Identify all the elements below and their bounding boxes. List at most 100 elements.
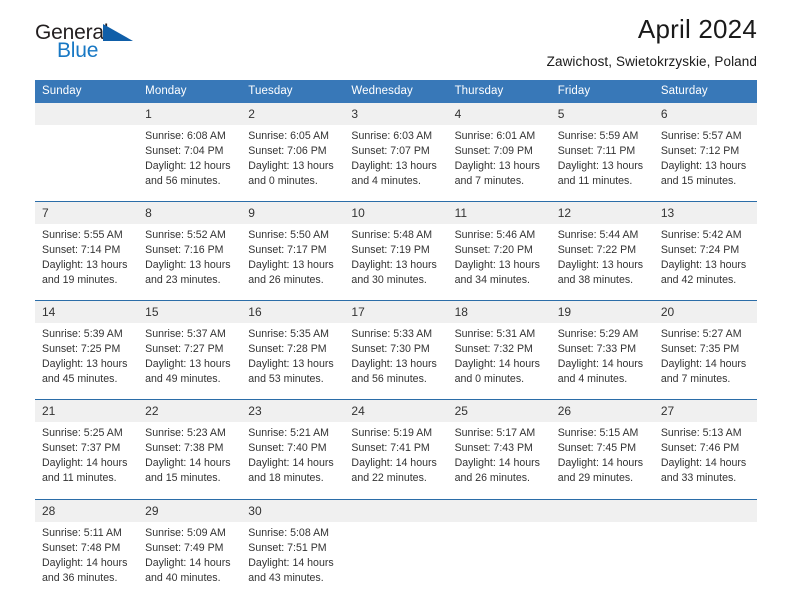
daylight-text-line1: Daylight: 12 hours xyxy=(145,160,231,173)
calendar-page: General Blue April 2024 Zawichost, Swiet… xyxy=(0,0,792,612)
day-cell[interactable]: Sunrise: 5:33 AM Sunset: 7:30 PM Daylight:… xyxy=(344,323,448,400)
daylight-text-line1: Daylight: 13 hours xyxy=(145,358,231,371)
day-cell[interactable]: Sunrise: 5:42 AM Sunset: 7:24 PM Daylight:… xyxy=(653,224,757,301)
day-number[interactable]: 15 xyxy=(138,300,242,324)
sunrise-text: Sunrise: 5:35 AM xyxy=(248,328,329,341)
day-cell[interactable]: Sunrise: 5:19 AM Sunset: 7:41 PM Daylight:… xyxy=(344,422,448,499)
weekday-header-saturday: Saturday xyxy=(653,80,757,103)
day-cell[interactable]: Sunrise: 6:01 AM Sunset: 7:09 PM Daylight:… xyxy=(447,125,551,202)
daylight-text-line2: and 0 minutes. xyxy=(248,175,318,188)
day-cell[interactable]: Sunrise: 6:03 AM Sunset: 7:07 PM Daylight:… xyxy=(344,125,448,202)
day-number[interactable]: 20 xyxy=(653,300,757,324)
daylight-text-line1: Daylight: 14 hours xyxy=(557,457,644,470)
weekday-header-sunday: Sunday xyxy=(35,80,139,103)
day-cell[interactable]: Sunrise: 5:55 AM Sunset: 7:14 PM Daylight:… xyxy=(35,224,139,301)
sunset-text: Sunset: 7:17 PM xyxy=(248,244,327,257)
day-number[interactable]: 7 xyxy=(35,201,139,225)
day-number[interactable]: 21 xyxy=(35,399,139,423)
sunrise-text: Sunrise: 5:23 AM xyxy=(145,427,226,440)
day-cell[interactable]: Sunrise: 5:46 AM Sunset: 7:20 PM Daylight:… xyxy=(447,224,551,301)
day-cell[interactable]: Sunrise: 5:37 AM Sunset: 7:27 PM Daylight:… xyxy=(138,323,242,400)
day-cell[interactable]: Sunrise: 5:17 AM Sunset: 7:43 PM Daylight:… xyxy=(447,422,551,499)
day-number[interactable]: 11 xyxy=(447,201,551,225)
day-cell[interactable]: Sunrise: 5:52 AM Sunset: 7:16 PM Daylight:… xyxy=(138,224,242,301)
day-number[interactable]: 29 xyxy=(138,498,242,522)
day-cell-empty xyxy=(35,125,139,202)
day-number[interactable]: 14 xyxy=(35,300,139,324)
calendar-week-details: Sunrise: 5:39 AM Sunset: 7:25 PM Daylight:… xyxy=(35,323,757,400)
calendar-table: Sunday Monday Tuesday Wednesday Thursday… xyxy=(35,80,757,598)
day-cell[interactable]: Sunrise: 5:08 AM Sunset: 7:51 PM Daylight:… xyxy=(241,521,345,598)
day-number[interactable]: 28 xyxy=(35,498,139,522)
sunset-text: Sunset: 7:32 PM xyxy=(454,343,533,356)
day-number-empty xyxy=(447,498,551,522)
calendar-week-details: Sunrise: 5:11 AM Sunset: 7:48 PM Daylight:… xyxy=(35,521,757,598)
day-cell[interactable]: Sunrise: 6:08 AM Sunset: 7:04 PM Daylight:… xyxy=(138,125,242,202)
day-cell[interactable]: Sunrise: 5:23 AM Sunset: 7:38 PM Daylight:… xyxy=(138,422,242,499)
day-number[interactable]: 22 xyxy=(138,399,242,423)
sunset-text: Sunset: 7:38 PM xyxy=(145,442,224,455)
day-cell[interactable]: Sunrise: 5:44 AM Sunset: 7:22 PM Daylight:… xyxy=(550,224,654,301)
day-number[interactable]: 6 xyxy=(653,103,757,125)
day-number[interactable]: 5 xyxy=(550,103,654,125)
day-number[interactable]: 13 xyxy=(653,201,757,225)
day-cell[interactable]: Sunrise: 5:27 AM Sunset: 7:35 PM Daylight:… xyxy=(653,323,757,400)
calendar-week-details: Sunrise: 5:25 AM Sunset: 7:37 PM Daylight:… xyxy=(35,422,757,499)
day-number[interactable]: 25 xyxy=(447,399,551,423)
day-cell[interactable]: Sunrise: 6:05 AM Sunset: 7:06 PM Daylight:… xyxy=(241,125,345,202)
day-number[interactable]: 2 xyxy=(241,103,345,125)
day-cell[interactable]: Sunrise: 5:09 AM Sunset: 7:49 PM Daylight:… xyxy=(138,521,242,598)
day-cell[interactable]: Sunrise: 5:15 AM Sunset: 7:45 PM Daylight:… xyxy=(550,422,654,499)
day-number[interactable]: 24 xyxy=(344,399,448,423)
day-number[interactable]: 9 xyxy=(241,201,345,225)
day-cell[interactable]: Sunrise: 5:11 AM Sunset: 7:48 PM Daylight:… xyxy=(35,521,139,598)
day-cell[interactable]: Sunrise: 5:50 AM Sunset: 7:17 PM Daylight:… xyxy=(241,224,345,301)
day-cell[interactable]: Sunrise: 5:13 AM Sunset: 7:46 PM Daylight:… xyxy=(653,422,757,499)
day-cell-empty xyxy=(653,521,757,598)
sunset-text: Sunset: 7:35 PM xyxy=(660,343,740,356)
calendar-week-details: Sunrise: 6:08 AM Sunset: 7:04 PM Daylight:… xyxy=(35,125,757,202)
daylight-text-line2: and 29 minutes. xyxy=(557,472,634,485)
sunrise-text: Sunrise: 5:15 AM xyxy=(557,427,639,440)
day-number[interactable]: 8 xyxy=(138,201,242,225)
day-cell[interactable]: Sunrise: 5:21 AM Sunset: 7:40 PM Daylight:… xyxy=(241,422,345,499)
sunset-text: Sunset: 7:14 PM xyxy=(42,244,121,257)
daylight-text-line2: and 34 minutes. xyxy=(454,274,530,287)
sunset-text: Sunset: 7:22 PM xyxy=(557,244,637,257)
daylight-text-line1: Daylight: 13 hours xyxy=(351,259,437,272)
title-block: April 2024 Zawichost, Swietokrzyskie, Po… xyxy=(547,15,757,69)
day-cell-empty xyxy=(550,521,654,598)
daylight-text-line1: Daylight: 13 hours xyxy=(42,358,128,371)
day-number[interactable]: 19 xyxy=(550,300,654,324)
day-number[interactable]: 18 xyxy=(447,300,551,324)
brand-logo[interactable]: General Blue xyxy=(35,22,145,68)
day-number[interactable]: 10 xyxy=(344,201,448,225)
day-cell[interactable]: Sunrise: 5:39 AM Sunset: 7:25 PM Daylight:… xyxy=(35,323,139,400)
day-cell[interactable]: Sunrise: 5:57 AM Sunset: 7:12 PM Daylight:… xyxy=(653,125,757,202)
sunset-text: Sunset: 7:30 PM xyxy=(351,343,430,356)
day-cell[interactable]: Sunrise: 5:35 AM Sunset: 7:28 PM Daylight:… xyxy=(241,323,345,400)
sunrise-text: Sunrise: 5:42 AM xyxy=(660,229,742,242)
day-number[interactable]: 16 xyxy=(241,300,345,324)
day-number[interactable]: 17 xyxy=(344,300,448,324)
day-cell[interactable]: Sunrise: 5:29 AM Sunset: 7:33 PM Daylight:… xyxy=(550,323,654,400)
sunset-text: Sunset: 7:45 PM xyxy=(557,442,637,455)
day-number[interactable]: 1 xyxy=(138,103,242,125)
day-number[interactable]: 3 xyxy=(344,103,448,125)
day-number[interactable]: 4 xyxy=(447,103,551,125)
day-number[interactable]: 30 xyxy=(241,498,345,522)
daylight-text-line2: and 23 minutes. xyxy=(145,274,221,287)
day-cell[interactable]: Sunrise: 5:59 AM Sunset: 7:11 PM Daylight:… xyxy=(550,125,654,202)
day-cell[interactable]: Sunrise: 5:31 AM Sunset: 7:32 PM Daylight:… xyxy=(447,323,551,400)
day-number[interactable]: 27 xyxy=(653,399,757,423)
day-number[interactable]: 23 xyxy=(241,399,345,423)
day-cell[interactable]: Sunrise: 5:25 AM Sunset: 7:37 PM Daylight:… xyxy=(35,422,139,499)
day-number[interactable]: 26 xyxy=(550,399,654,423)
sunrise-text: Sunrise: 6:08 AM xyxy=(145,130,226,142)
sunset-text: Sunset: 7:27 PM xyxy=(145,343,224,356)
daylight-text-line2: and 15 minutes. xyxy=(145,472,221,485)
sunrise-text: Sunrise: 5:25 AM xyxy=(42,427,123,440)
day-cell[interactable]: Sunrise: 5:48 AM Sunset: 7:19 PM Daylight:… xyxy=(344,224,448,301)
sunrise-text: Sunrise: 5:48 AM xyxy=(351,229,433,242)
day-number[interactable]: 12 xyxy=(550,201,654,225)
